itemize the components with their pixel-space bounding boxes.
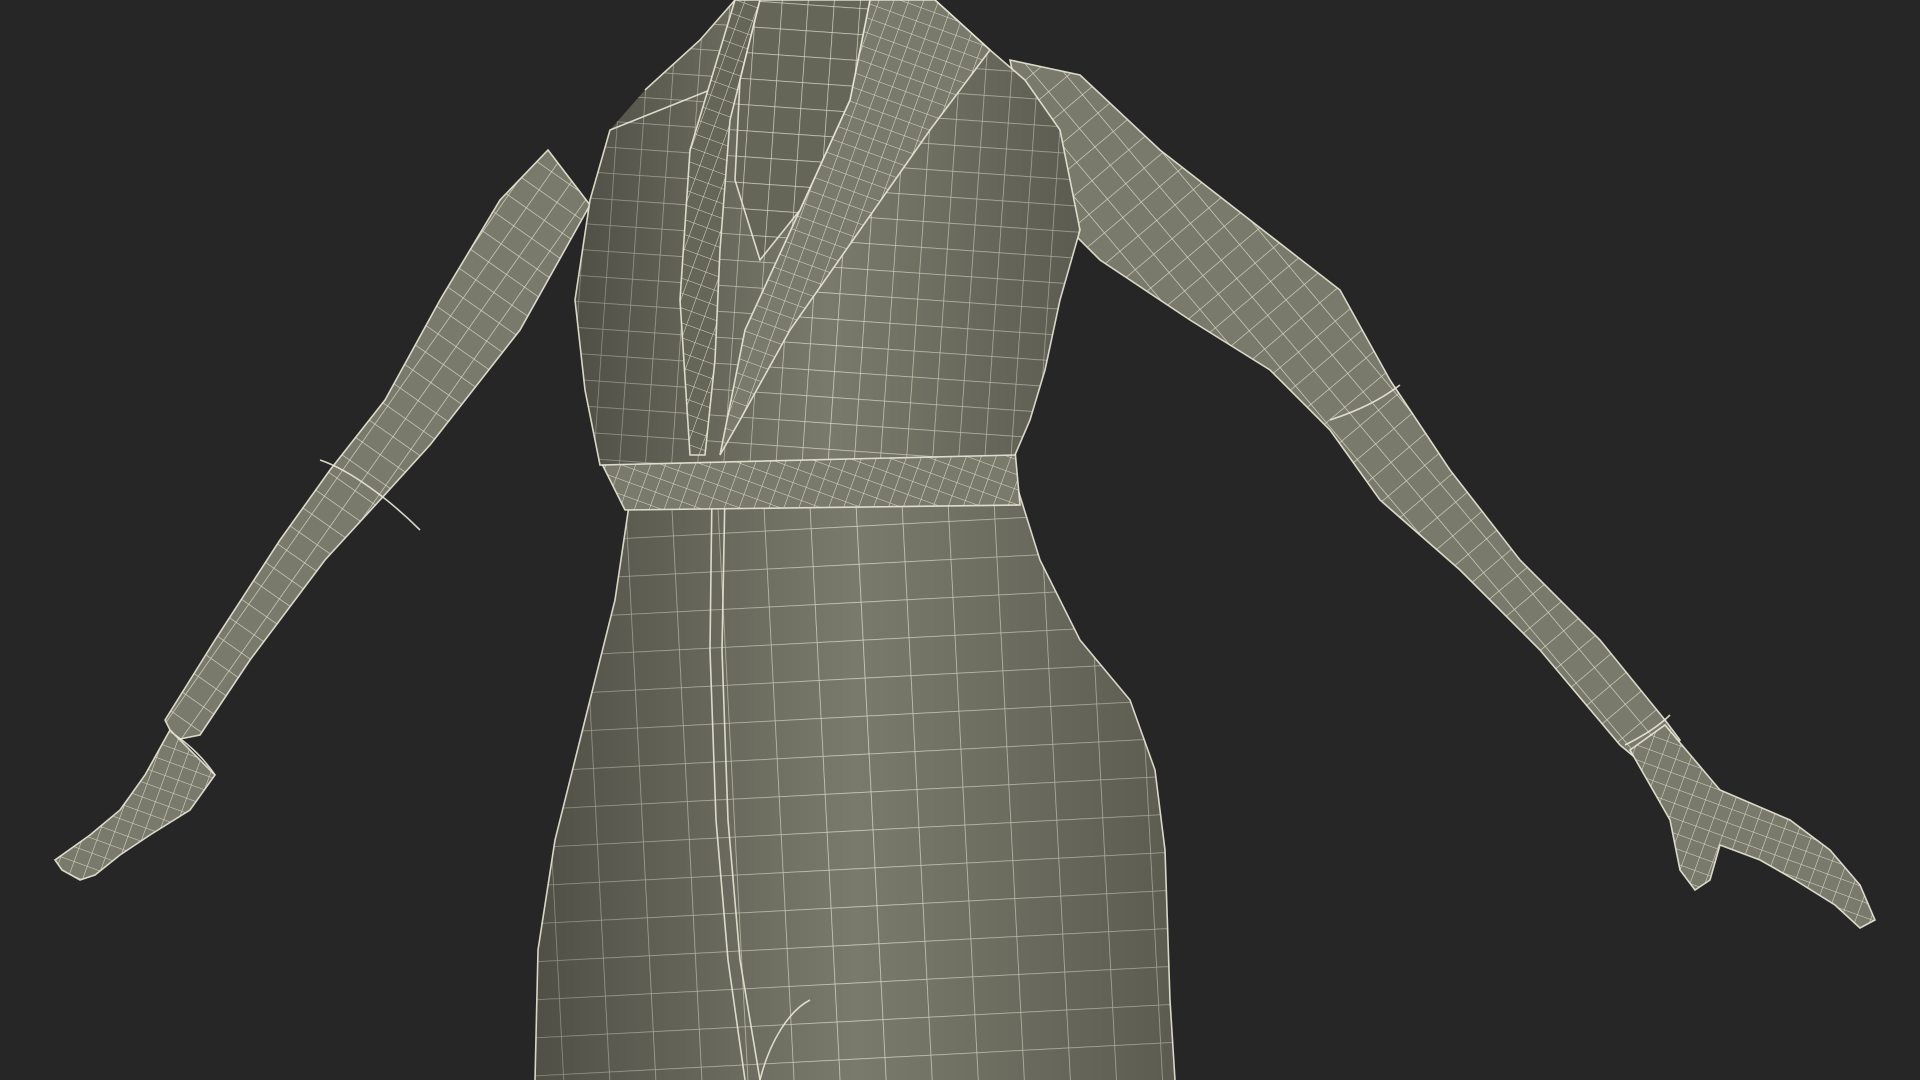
right-arm xyxy=(1008,58,1682,772)
right-hand xyxy=(1628,723,1877,929)
lower-body xyxy=(534,479,1176,1080)
left-arm xyxy=(164,148,591,776)
3d-viewport[interactable] xyxy=(0,0,1920,1080)
left-hand xyxy=(53,728,217,881)
mesh-render xyxy=(53,0,1877,1080)
